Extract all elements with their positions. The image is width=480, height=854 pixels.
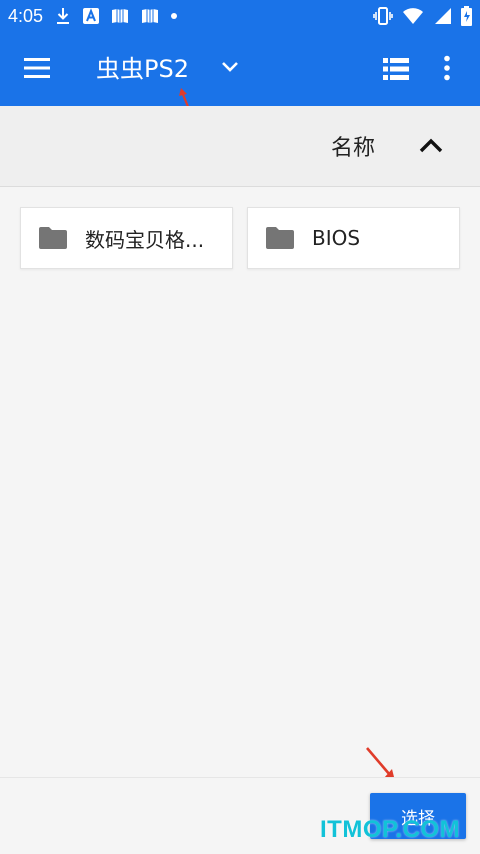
app-bar: 虫虫PS2 — [0, 32, 480, 106]
download-icon — [55, 7, 71, 25]
menu-icon[interactable] — [24, 57, 50, 81]
folder-item[interactable]: BIOS — [247, 207, 460, 269]
chevron-down-icon[interactable] — [220, 59, 240, 78]
folder-icon — [266, 227, 294, 249]
book-icon — [111, 8, 129, 24]
more-vert-icon[interactable] — [443, 55, 451, 85]
folder-icon — [39, 227, 67, 249]
status-system-icons — [373, 0, 472, 32]
folder-name: BIOS — [312, 226, 361, 250]
sort-by-name-label[interactable]: 名称 — [331, 130, 375, 162]
status-notification-icons — [55, 7, 178, 25]
folder-item[interactable]: 数码宝贝格... — [20, 207, 233, 269]
vibrate-icon — [373, 7, 393, 25]
file-grid: 数码宝贝格... BIOS — [0, 187, 480, 777]
watermark: ITMOP.COM — [320, 816, 461, 843]
list-view-icon[interactable] — [383, 58, 409, 84]
book-icon — [141, 8, 159, 24]
a-badge-icon — [83, 8, 100, 24]
wifi-icon — [403, 8, 423, 24]
signal-icon — [433, 8, 451, 24]
battery-icon — [461, 6, 472, 26]
page-title[interactable]: 虫虫PS2 — [96, 52, 189, 86]
status-time: 4:05 — [8, 5, 44, 26]
chevron-up-icon[interactable] — [418, 136, 444, 158]
dot-icon — [171, 13, 178, 19]
folder-name: 数码宝贝格... — [85, 227, 205, 252]
status-bar: 4:05 — [0, 0, 480, 32]
sort-bar: 名称 — [0, 106, 480, 187]
